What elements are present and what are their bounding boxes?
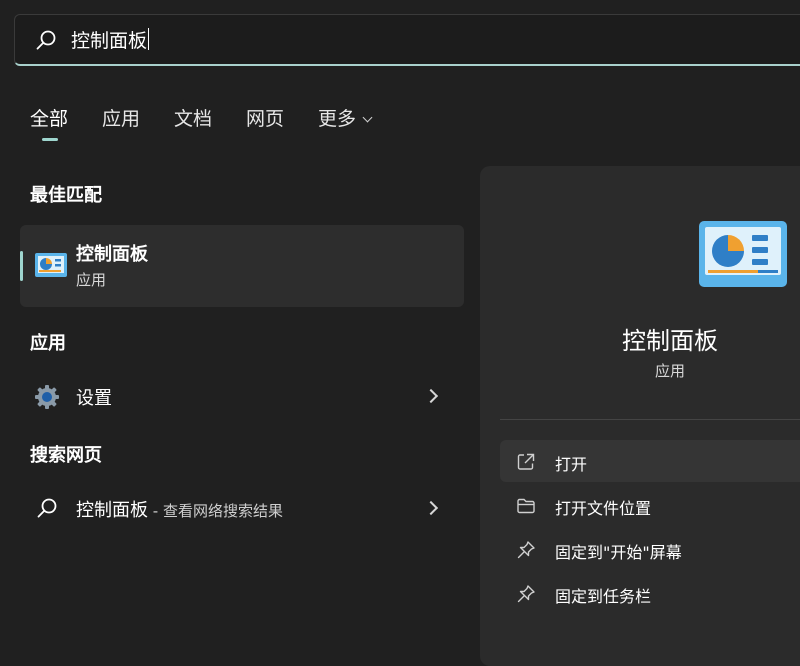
control-panel-icon xyxy=(699,221,787,287)
best-match-title: 控制面板 xyxy=(76,244,148,265)
folder-icon xyxy=(517,498,535,514)
tab-more[interactable]: 更多 xyxy=(318,104,373,131)
open-label: 打开 xyxy=(555,455,588,474)
search-bar[interactable]: 控制面板 xyxy=(14,14,800,66)
detail-title: 控制面板 xyxy=(622,327,718,355)
open-button[interactable]: 打开 xyxy=(500,440,800,482)
tab-web[interactable]: 网页 xyxy=(246,104,284,131)
web-search-label: 控制面板 - 查看网络搜索结果 xyxy=(76,500,283,521)
divider xyxy=(500,419,800,420)
pin-to-start-label: 固定到"开始"屏幕 xyxy=(555,543,682,562)
active-tab-indicator xyxy=(42,138,58,141)
tab-all[interactable]: 全部 xyxy=(30,104,68,131)
pin-to-taskbar-label: 固定到任务栏 xyxy=(555,587,652,606)
pin-icon xyxy=(517,585,535,603)
open-external-icon xyxy=(517,453,535,470)
tab-documents[interactable]: 文档 xyxy=(174,104,212,131)
chevron-down-icon xyxy=(362,112,373,123)
detail-panel: 控制面板 应用 打开 打开文件位置 固定到"开始"屏幕 固定到任务栏 xyxy=(480,166,800,666)
pin-to-start-button[interactable]: 固定到"开始"屏幕 xyxy=(500,528,800,570)
best-match-subtitle: 应用 xyxy=(76,271,107,289)
apps-heading: 应用 xyxy=(30,333,66,354)
search-query: 控制面板 xyxy=(71,30,148,52)
text-caret xyxy=(148,28,150,50)
control-panel-icon xyxy=(35,253,67,277)
open-file-location-button[interactable]: 打开文件位置 xyxy=(500,484,800,526)
pin-to-taskbar-button[interactable]: 固定到任务栏 xyxy=(500,572,800,614)
chevron-right-icon xyxy=(423,388,439,404)
web-search-result[interactable]: 控制面板 - 查看网络搜索结果 xyxy=(20,486,464,530)
web-search-suffix: - 查看网络搜索结果 xyxy=(148,502,283,520)
search-input[interactable]: 控制面板 xyxy=(71,28,671,54)
pin-icon xyxy=(517,541,535,559)
best-match-result[interactable]: 控制面板 应用 xyxy=(20,225,464,307)
selection-indicator xyxy=(20,251,23,281)
detail-subtitle: 应用 xyxy=(654,362,685,380)
chevron-right-icon xyxy=(423,500,439,516)
settings-label: 设置 xyxy=(76,388,112,409)
search-icon xyxy=(37,498,57,518)
search-icon xyxy=(36,30,56,50)
app-result-settings[interactable]: 设置 xyxy=(20,374,464,418)
gear-icon xyxy=(35,385,59,409)
best-match-heading: 最佳匹配 xyxy=(30,185,102,206)
open-file-location-label: 打开文件位置 xyxy=(555,499,652,518)
web-search-heading: 搜索网页 xyxy=(30,445,102,466)
tab-apps[interactable]: 应用 xyxy=(102,104,140,131)
